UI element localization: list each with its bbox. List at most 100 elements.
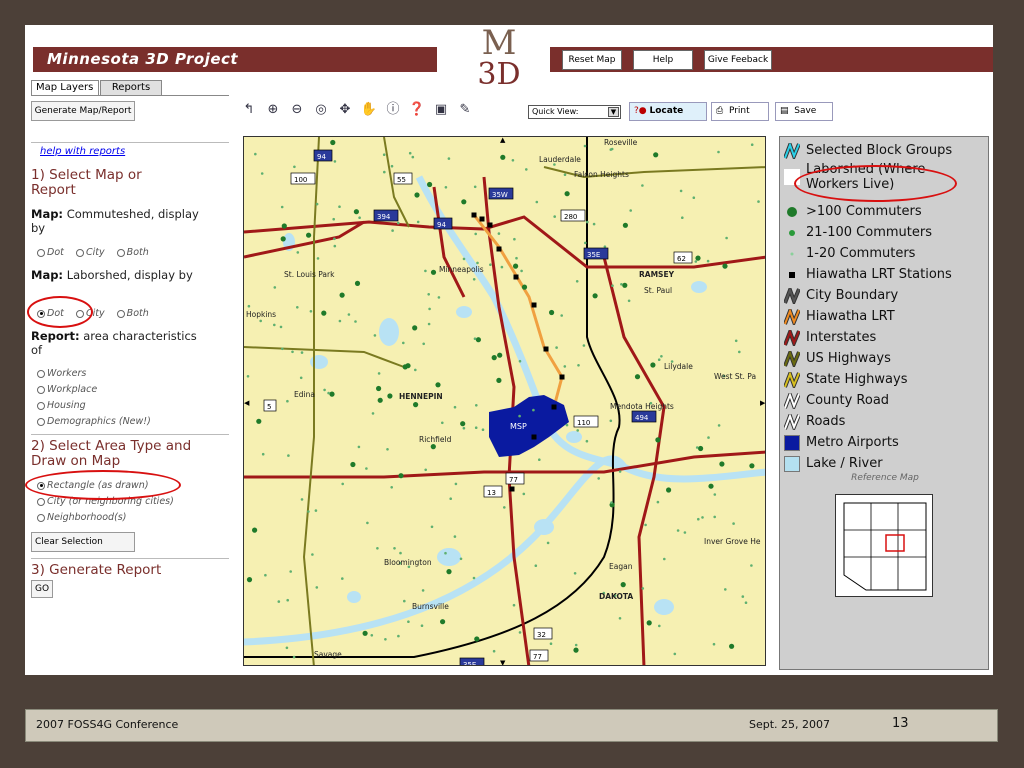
step2-heading: 2) Select Area Type and Draw on Map xyxy=(31,438,192,469)
query-icon[interactable]: ❓ xyxy=(408,101,426,119)
hand-pan-icon[interactable]: ✋ xyxy=(360,101,378,119)
pan-cross-icon[interactable]: ✥ xyxy=(336,101,354,119)
overview-icon[interactable]: ▣ xyxy=(432,101,450,119)
legend-label: 21-100 Commuters xyxy=(806,225,932,240)
legend-item: US Highways xyxy=(783,346,891,370)
radio-neighborhood[interactable]: Neighborhood(s) xyxy=(37,512,126,523)
radio-housing[interactable]: Housing xyxy=(37,400,86,411)
back-icon[interactable]: ↰ xyxy=(240,101,258,119)
pan-east-arrow[interactable]: ▶ xyxy=(760,399,765,407)
footer-date: Sept. 25, 2007 xyxy=(749,718,831,731)
give-feedback-button[interactable]: Give Feeback xyxy=(704,50,772,70)
svg-text:5: 5 xyxy=(267,403,271,411)
print-button[interactable]: ⎙ Print xyxy=(711,102,769,121)
go-button[interactable]: GO xyxy=(31,580,53,598)
route-shield: 35W xyxy=(488,187,514,200)
legend-swatch-icon xyxy=(784,455,800,472)
map-place-label: Mendota Heights xyxy=(610,402,674,411)
route-shield: 94 xyxy=(433,217,453,230)
legend-item: >100 Commuters xyxy=(784,202,922,221)
svg-text:394: 394 xyxy=(377,213,391,221)
divider xyxy=(31,142,229,143)
tab-map-layers[interactable]: Map Layers xyxy=(31,80,99,96)
map-legend: Selected Block Groups Laborshed (Where Wo… xyxy=(779,136,989,670)
chevron-down-icon: ▼ xyxy=(608,107,619,117)
route-shield: 62 xyxy=(673,251,693,264)
app-title: Minnesota 3D Project xyxy=(47,50,239,68)
svg-text:94: 94 xyxy=(317,153,326,161)
svg-text:62: 62 xyxy=(677,255,686,263)
tab-reports[interactable]: Reports xyxy=(100,80,162,96)
route-shield: 494 xyxy=(631,410,657,423)
locate-button[interactable]: ?● Locate xyxy=(629,102,707,121)
radio-commute-both[interactable]: Both xyxy=(116,247,149,258)
legend-label: Hiawatha LRT xyxy=(806,309,895,324)
lrt-line xyxy=(472,214,564,408)
commuteshed-label: Map: Commuteshed, display by xyxy=(31,207,199,235)
step3-heading: 3) Generate Report xyxy=(31,562,162,578)
legend-item: 1-20 Commuters xyxy=(784,244,915,263)
identify-icon[interactable]: ⓘ xyxy=(384,101,402,119)
legend-item: State Highways xyxy=(783,367,908,391)
radio-commute-city[interactable]: City xyxy=(75,247,105,258)
step1-heading: 1) Select Map or Report xyxy=(31,167,142,198)
radio-labor-both[interactable]: Both xyxy=(116,308,149,319)
help-with-reports-link[interactable]: help with reports xyxy=(40,146,125,157)
route-shield: 100 xyxy=(290,172,316,185)
help-button[interactable]: Help xyxy=(633,50,693,70)
map-place-label: St. Louis Park xyxy=(284,270,335,279)
measure-icon[interactable]: ✎ xyxy=(456,101,474,119)
map-place-label: RAMSEY xyxy=(639,270,675,279)
route-shield: 94 xyxy=(313,149,333,162)
legend-label: 1-20 Commuters xyxy=(806,246,916,261)
svg-text:110: 110 xyxy=(577,419,590,427)
pan-south-arrow[interactable]: ▼ xyxy=(500,659,505,665)
map-view[interactable]: MSP Roseville Lauderdale Falcon Heights St.… xyxy=(243,136,766,666)
annotation-circle xyxy=(25,470,181,500)
legend-item: Selected Block Groups xyxy=(783,138,952,162)
svg-text:32: 32 xyxy=(537,631,546,639)
route-shield: 35E xyxy=(583,247,609,260)
clear-selection-button[interactable]: Clear Selection xyxy=(31,532,135,552)
map-canvas[interactable]: MSP Roseville Lauderdale Falcon Heights St.… xyxy=(244,137,766,666)
route-shield: 77 xyxy=(505,472,525,485)
route-shield: 5 xyxy=(263,399,277,412)
radio-demographics[interactable]: Demographics (New!) xyxy=(37,416,151,427)
legend-item: Metro Airports xyxy=(784,433,899,452)
legend-label: Roads xyxy=(806,414,846,429)
locate-pin-icon: ?● xyxy=(634,106,647,116)
route-shield: 55 xyxy=(393,172,413,185)
reset-map-button[interactable]: Reset Map xyxy=(562,50,622,70)
radio-workplace[interactable]: Workplace xyxy=(37,384,97,395)
legend-label: County Road xyxy=(806,393,890,408)
full-extent-icon[interactable]: ◎ xyxy=(312,101,330,119)
svg-text:280: 280 xyxy=(564,213,577,221)
legend-swatch-icon xyxy=(783,325,801,349)
zoom-in-icon[interactable]: ⊕ xyxy=(264,101,282,119)
pan-north-arrow[interactable]: ▲ xyxy=(500,137,505,144)
radio-workers[interactable]: Workers xyxy=(37,368,86,379)
legend-swatch-icon xyxy=(783,367,801,391)
generate-map-report-button[interactable]: Generate Map/Report xyxy=(31,101,135,121)
legend-item: Roads xyxy=(783,409,846,433)
legend-swatch-icon xyxy=(783,138,801,162)
legend-item: 21-100 Commuters xyxy=(784,223,932,242)
airport xyxy=(489,395,569,457)
svg-text:100: 100 xyxy=(294,176,307,184)
us-highways xyxy=(244,137,765,665)
pan-west-arrow[interactable]: ◀ xyxy=(244,399,249,407)
legend-label: Metro Airports xyxy=(806,435,899,450)
slide: Minnesota 3D Project M 3D Reset Map Help… xyxy=(25,25,993,675)
zoom-out-icon[interactable]: ⊖ xyxy=(288,101,306,119)
place-labels: Roseville Lauderdale Falcon Heights St. Lou… xyxy=(246,138,761,665)
report-panel: help with reports 1) Select Map or Repor… xyxy=(25,140,231,610)
commuteshed-options: Dot City Both xyxy=(37,247,149,258)
svg-text:55: 55 xyxy=(397,176,406,184)
save-button[interactable]: ▤ Save xyxy=(775,102,833,121)
quick-view-select[interactable]: Quick View: ▼ xyxy=(528,105,621,119)
radio-commute-dot[interactable]: Dot xyxy=(37,247,64,258)
legend-swatch-icon xyxy=(783,346,801,370)
svg-text:35E: 35E xyxy=(587,251,600,259)
reference-map-title: Reference Map xyxy=(851,473,919,483)
reference-map[interactable] xyxy=(835,494,933,597)
